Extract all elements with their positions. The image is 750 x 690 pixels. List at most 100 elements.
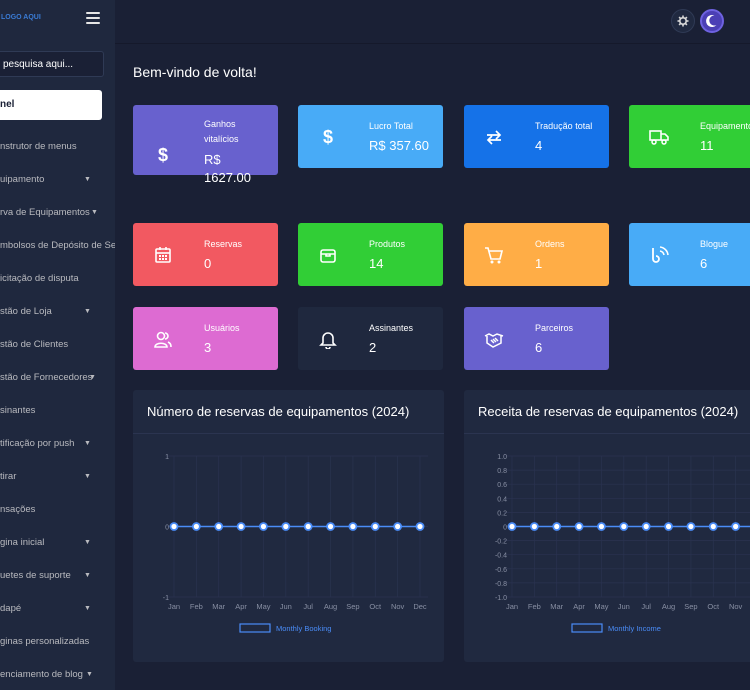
- data-point[interactable]: [259, 522, 268, 531]
- sidebar-search-input[interactable]: pesquisa aqui...: [0, 51, 104, 77]
- x-tick-label: Jan: [168, 602, 180, 611]
- data-point[interactable]: [370, 522, 380, 531]
- sidebar-item[interactable]: tificação por push ▼: [0, 434, 115, 454]
- stat-card-value: 0: [204, 255, 211, 273]
- sidebar-item[interactable]: nsações: [0, 500, 115, 520]
- sidebar-item[interactable]: stão de Fornecedores ▼: [0, 368, 115, 388]
- sidebar-item[interactable]: sinantes: [0, 401, 115, 421]
- stat-card-value: 2: [369, 339, 376, 357]
- sidebar-item[interactable]: mbolsos de Depósito de Seg: [0, 236, 115, 256]
- data-point[interactable]: [393, 522, 403, 531]
- y-tick-label: 1: [165, 454, 169, 461]
- stat-card-label-line: Tradução total: [535, 121, 593, 131]
- data-point[interactable]: [731, 522, 741, 531]
- sidebar-item[interactable]: ginas personalizadas: [0, 632, 115, 652]
- y-tick-label: 0.4: [497, 496, 507, 503]
- chevron-down-icon: ▼: [89, 374, 96, 381]
- stat-card-produtos[interactable]: Produtos 14: [298, 223, 443, 286]
- data-point[interactable]: [574, 522, 584, 531]
- x-tick-label: Aug: [662, 602, 675, 611]
- stat-card-traducao[interactable]: Tradução total 4: [464, 105, 609, 168]
- x-tick-label: Nov: [391, 602, 405, 611]
- chevron-down-icon: ▼: [86, 671, 93, 678]
- logo[interactable]: LOGO AQUI: [1, 14, 41, 21]
- data-point[interactable]: [686, 522, 696, 531]
- x-tick-label: Aug: [324, 602, 337, 611]
- sidebar-item[interactable]: uipamento ▼: [0, 170, 115, 190]
- data-point[interactable]: [664, 522, 673, 531]
- data-point[interactable]: [281, 522, 291, 531]
- data-point[interactable]: [529, 522, 539, 531]
- sidebar-item[interactable]: uetes de suporte ▼: [0, 566, 115, 586]
- data-point[interactable]: [415, 522, 425, 531]
- data-point[interactable]: [552, 522, 562, 531]
- y-tick-label: 0.8: [497, 468, 507, 475]
- stat-card-equipamentos[interactable]: Equipamentos 11: [629, 105, 750, 168]
- stat-card-label-line: Equipamentos: [700, 121, 750, 131]
- x-tick-label: Dec: [413, 602, 427, 611]
- stat-card-parceiros[interactable]: Parceiros 6: [464, 307, 609, 370]
- chevron-down-icon: ▼: [84, 176, 91, 183]
- sidebar-item[interactable]: nstrutor de menus: [0, 137, 115, 157]
- sidebar-item[interactable]: stão de Clientes: [0, 335, 115, 355]
- x-tick-label: Nov: [729, 602, 743, 611]
- stat-card-value-line: 14: [369, 256, 384, 271]
- calendar-icon: [155, 247, 171, 263]
- sidebar-item-label: tirar: [0, 471, 17, 482]
- stat-card-lucro[interactable]: $ Lucro Total R$ 357.60: [298, 105, 443, 168]
- data-point[interactable]: [348, 522, 358, 531]
- legend-label[interactable]: Monthly Income: [608, 624, 661, 633]
- sidebar-item[interactable]: tirar ▼: [0, 467, 115, 487]
- booking-line-chart: 1 0 -1Jan Feb Mar Apr May Jun Jul Aug Sep Oct Nov Dec…: [163, 454, 428, 633]
- income-chart-panel: Receita de reservas de equipamentos (202…: [464, 390, 750, 662]
- sidebar-item[interactable]: icitação de disputa: [0, 269, 115, 289]
- stat-card-label: Lucro Total: [369, 119, 413, 134]
- sidebar-item[interactable]: stão de Loja ▼: [0, 302, 115, 322]
- y-tick-label: 0: [503, 525, 507, 532]
- stat-card-blogue[interactable]: Blogue 6: [629, 223, 750, 286]
- y-tick-label: 0: [165, 525, 169, 532]
- sidebar-item[interactable]: rva de Equipamentos ▼: [0, 203, 115, 223]
- stat-card-ganhos[interactable]: $ Ganhos vitalícios R$ 1627.00: [133, 105, 278, 185]
- y-tick-label: 0.6: [497, 482, 507, 489]
- legend-label[interactable]: Monthly Booking: [276, 624, 331, 633]
- box-icon: [320, 249, 336, 263]
- svg-text:$: $: [323, 127, 333, 147]
- x-tick-label: May: [594, 602, 608, 611]
- data-point[interactable]: [597, 522, 606, 531]
- y-tick-label: 1.0: [497, 454, 507, 461]
- chevron-down-icon: ▼: [84, 308, 91, 315]
- data-point[interactable]: [236, 522, 246, 531]
- sidebar: pesquisa aqui... nel nstrutor de menus ui…: [0, 43, 115, 690]
- theme-toggle-button[interactable]: [700, 9, 724, 33]
- data-point[interactable]: [619, 522, 629, 531]
- menu-toggle-icon[interactable]: [86, 12, 100, 26]
- settings-button[interactable]: [671, 9, 695, 33]
- sidebar-item-label: rva de Equipamentos: [0, 207, 90, 218]
- data-point[interactable]: [507, 522, 517, 531]
- stat-card-label-line: Ordens: [535, 239, 565, 249]
- stat-card-assinantes[interactable]: Assinantes 2: [298, 307, 443, 370]
- chevron-down-icon: ▼: [91, 209, 98, 216]
- stat-card-value: 1: [535, 255, 542, 273]
- sidebar-item[interactable]: gina inicial ▼: [0, 533, 115, 553]
- sidebar-item-dashboard[interactable]: nel: [0, 90, 102, 120]
- data-point[interactable]: [214, 522, 224, 531]
- data-point[interactable]: [326, 522, 335, 531]
- data-point[interactable]: [191, 522, 201, 531]
- y-tick-label: 0.2: [497, 510, 507, 517]
- x-tick-label: Sep: [346, 602, 359, 611]
- sidebar-item[interactable]: enciamento de blog ▼: [0, 665, 115, 685]
- data-point[interactable]: [169, 522, 179, 531]
- legend-swatch[interactable]: [571, 623, 603, 633]
- data-point[interactable]: [641, 522, 651, 531]
- stat-card-usuarios[interactable]: Usuários 3: [133, 307, 278, 370]
- logo-area: LOGO AQUI: [0, 0, 115, 43]
- stat-card-value: 6: [535, 339, 542, 357]
- sidebar-item[interactable]: dapé ▼: [0, 599, 115, 619]
- legend-swatch[interactable]: [239, 623, 271, 633]
- data-point[interactable]: [708, 522, 718, 531]
- stat-card-ordens[interactable]: Ordens 1: [464, 223, 609, 286]
- stat-card-reservas[interactable]: Reservas 0: [133, 223, 278, 286]
- data-point[interactable]: [303, 522, 313, 531]
